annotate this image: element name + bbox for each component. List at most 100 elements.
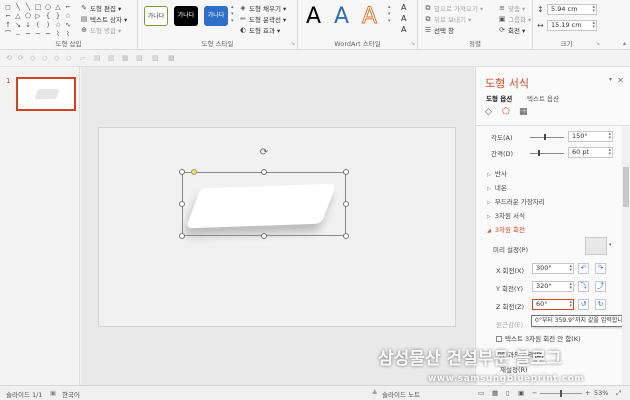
collapse-ribbon-icon[interactable]: ▴ xyxy=(623,40,626,47)
depth-icon[interactable]: ▤ xyxy=(94,54,101,62)
shape-option-7[interactable]: ⌐ xyxy=(3,12,13,21)
spacing-slider[interactable] xyxy=(530,153,564,154)
section-3d-rotation[interactable]: ◢ 3차원 회전 xyxy=(487,224,525,234)
shape-option-17[interactable]: ( xyxy=(33,21,43,30)
group-button[interactable]: ▣ 그룹화 ▾ xyxy=(498,14,532,24)
tilt-up-icon[interactable]: ◇ xyxy=(54,54,59,62)
shape-option-20[interactable]: ∿ xyxy=(63,21,73,30)
language[interactable]: 한국어 xyxy=(62,389,80,399)
x-rotation-spin-icon[interactable]: ▴ ▾ xyxy=(569,264,572,273)
rotation-handle-icon[interactable]: ⟳ xyxy=(258,147,270,159)
reading-view-icon[interactable]: ▯ xyxy=(506,389,510,397)
shape-option-2[interactable]: ╲ xyxy=(23,3,33,12)
shape-option-18[interactable]: ) xyxy=(43,21,53,30)
resize-handle-left[interactable] xyxy=(179,201,185,207)
width-spin-icon[interactable]: ▴ ▾ xyxy=(592,21,595,30)
align-button[interactable]: ≡ 맞춤 ▾ xyxy=(498,3,525,13)
shape-fill-button[interactable]: ◈ 도형 채우기 ▾ xyxy=(239,3,286,13)
section-reflection[interactable]: ▷ 반사 xyxy=(487,168,507,178)
pane-options-icon[interactable]: ▾ xyxy=(609,76,612,83)
zoom-slider-knob[interactable] xyxy=(560,390,562,397)
y-rotation-input[interactable]: 320° ▴ ▾ xyxy=(532,281,574,292)
slideshow-icon[interactable]: ▣ xyxy=(518,389,524,397)
styles-gallery-scroll-icon[interactable]: ▴ ▾ ▾ xyxy=(231,4,234,25)
fill-line-icon[interactable]: ◇ xyxy=(485,107,492,117)
resize-handle-top[interactable] xyxy=(261,169,267,175)
bring-forward-button[interactable]: ⧉ 앞으로 가져오기 ▾ xyxy=(424,3,484,13)
pane-scrollbar[interactable] xyxy=(622,127,630,385)
z-rotation-spin-icon[interactable]: ▴ ▾ xyxy=(569,300,572,309)
x-rotate-left-icon[interactable]: ↶ xyxy=(578,263,589,274)
preset-gallery-button[interactable] xyxy=(585,237,607,255)
tilt-right-icon[interactable]: ◇ xyxy=(42,54,47,62)
shape-effects-button[interactable]: ◐ 도형 효과 ▾ xyxy=(239,25,280,35)
zoom-in-icon[interactable]: + xyxy=(585,389,590,397)
text-fill-icon[interactable]: A xyxy=(401,3,406,12)
shapes-gallery[interactable]: ◻ ╲ ╲ □ ○ △ ⌐ ⌐ △ ⬠ ▷{} ☆ ↑ ↘ ↓() ☆ ∿ ⌒ ⌢ ~ ~ ~ ⌇ ⌇ xyxy=(3,3,73,39)
extrude-icon[interactable]: ▱ xyxy=(80,54,85,62)
zoom-out-icon[interactable]: − xyxy=(532,389,537,397)
wordart-style-blue[interactable]: A xyxy=(334,4,349,30)
keep-text-flat-checkbox[interactable]: 텍스트 3차원 회전 안 함(K) xyxy=(496,333,581,343)
angle-slider-knob[interactable] xyxy=(544,134,546,140)
shape-option-9[interactable]: ⬠ xyxy=(23,12,33,21)
surface-icon[interactable]: ▦ xyxy=(122,54,129,62)
shape-option-13[interactable]: ☆ xyxy=(63,12,73,21)
shape-option-16[interactable]: ↓ xyxy=(23,21,33,30)
spacing-spin-icon[interactable]: ▴ ▾ xyxy=(608,148,611,157)
shape-outline-button[interactable]: ✏ 도형 윤곽선 ▾ xyxy=(239,14,286,24)
spacing-input[interactable]: 60 pt ▴ ▾ xyxy=(568,147,613,158)
width-input[interactable]: 15.19 cm ▴ ▾ xyxy=(547,20,597,31)
x-rotation-input[interactable]: 300° ▴ ▾ xyxy=(532,263,574,274)
fit-to-window-icon[interactable]: ⤢ xyxy=(616,389,621,398)
resize-handle-bottom[interactable] xyxy=(261,233,267,239)
y-rotate-down-icon[interactable]: ⤵ xyxy=(578,281,589,292)
height-spin-icon[interactable]: ▴ ▾ xyxy=(592,5,595,14)
shape-styles-launcher-icon[interactable]: ↘ xyxy=(291,41,295,47)
angle-slider[interactable] xyxy=(530,137,564,138)
shape-option-8[interactable]: △ xyxy=(13,12,23,21)
z-rotate-ccw-icon[interactable]: ↺ xyxy=(578,299,589,310)
pane-scrollbar-thumb[interactable] xyxy=(623,167,629,207)
rotate-right-icon[interactable]: ⟳ xyxy=(18,54,24,62)
checkbox-box[interactable] xyxy=(496,336,502,342)
shape-option-0[interactable]: ◻ xyxy=(3,3,13,12)
adjustment-handle[interactable] xyxy=(191,169,197,175)
send-backward-button[interactable]: ⧉ 뒤로 보내기 ▾ xyxy=(424,14,472,24)
normal-view-icon[interactable]: ▭ xyxy=(478,389,484,397)
shape-option-15[interactable]: ↘ xyxy=(13,21,23,30)
x-rotate-right-icon[interactable]: ↷ xyxy=(595,263,606,274)
shape-option-10[interactable]: ▷ xyxy=(33,12,43,21)
notes-icon[interactable]: ≜ xyxy=(372,389,377,397)
resize-handle-bottom-right[interactable] xyxy=(343,233,349,239)
zoom-level[interactable]: 53% xyxy=(594,389,608,397)
shape-option-19[interactable]: ☆ xyxy=(53,21,63,30)
resize-handle-right[interactable] xyxy=(343,201,349,207)
text-outline-icon[interactable]: A xyxy=(401,14,406,23)
spacing-slider-knob[interactable] xyxy=(538,150,540,156)
slide-thumbnail-1[interactable] xyxy=(16,77,76,111)
color-icon[interactable]: ▩ xyxy=(168,54,175,62)
resize-handle-bottom-left[interactable] xyxy=(179,233,185,239)
y-rotation-spin-icon[interactable]: ▴ ▾ xyxy=(569,282,572,291)
size-launcher-icon[interactable]: ↘ xyxy=(596,41,600,47)
z-rotate-cw-icon[interactable]: ↻ xyxy=(595,299,606,310)
angle-spin-icon[interactable]: ▴ ▾ xyxy=(608,132,611,141)
rotate-button[interactable]: ⟳ 회전 ▾ xyxy=(498,25,525,35)
tilt-left-icon[interactable]: ◇ xyxy=(30,54,35,62)
close-icon[interactable]: ✕ xyxy=(617,76,624,85)
wordart-launcher-icon[interactable]: ↘ xyxy=(411,41,415,47)
format-icon[interactable]: ▨ xyxy=(152,54,159,62)
slide-sorter-icon[interactable]: ▦ xyxy=(492,389,498,397)
shape-option-11[interactable]: { xyxy=(43,12,53,21)
slide[interactable]: ⟳ xyxy=(98,127,456,327)
section-3d-format[interactable]: ▷ 3차원 서식 xyxy=(487,210,525,220)
z-rotation-input[interactable]: 60° ▴ ▾ xyxy=(532,299,574,310)
resize-handle-top-right[interactable] xyxy=(343,169,349,175)
tab-shape-options[interactable]: 도형 옵션 xyxy=(486,93,512,103)
preset-dropdown-icon[interactable]: ▾ xyxy=(609,242,612,248)
style-thumb-white[interactable]: 가나다 xyxy=(144,6,168,26)
textbox-button[interactable]: ▤ 텍스트 상자 ▾ xyxy=(80,14,128,24)
merge-shapes-button[interactable]: ⊕ 도형 병합 ▾ xyxy=(80,25,121,35)
shape-option-4[interactable]: ○ xyxy=(43,3,53,12)
